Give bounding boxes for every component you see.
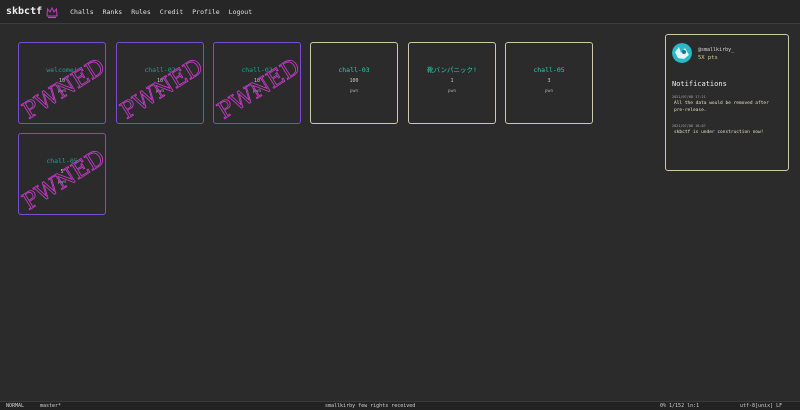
challenge-category: pwn: [349, 89, 359, 94]
challenge-name: chall-03: [338, 66, 370, 74]
challenge-points: 1: [450, 78, 454, 84]
challenge-name: chall-05: [46, 157, 78, 165]
profile-panel: @smallkirby_ 5X pts Notifications 2021/0…: [665, 34, 789, 171]
challenge-card[interactable]: chall-02 10 pwn PWNED: [213, 42, 301, 124]
challenge-category: pwn: [544, 89, 554, 94]
challenge-card[interactable]: chall-02 10 pwn PWNED: [116, 42, 204, 124]
username: @smallkirby_: [698, 47, 735, 53]
git-branch: master*: [40, 403, 62, 409]
challenge-card[interactable]: chall-05 5 pwn PWNED: [18, 133, 106, 215]
file-encoding: utf-8[unix] LF: [740, 403, 783, 409]
challenge-name: chall-05: [533, 66, 565, 74]
challenge-category: pwn: [252, 89, 262, 94]
editor-mode: NORMAL: [6, 403, 25, 409]
challenge-category: pwn: [57, 180, 67, 185]
nav-link-credit[interactable]: Credit: [160, 8, 183, 16]
statusbar: NORMAL master* smallkirby few rights rec…: [0, 401, 800, 410]
notification-item: 2021/07/08 17:21 All the data would be r…: [672, 95, 782, 114]
cursor-position: 0% 1/152 ln:1: [660, 403, 700, 409]
challenge-points: 3: [547, 78, 551, 84]
challenge-card[interactable]: chall-03 100 pwn: [310, 42, 398, 124]
status-message: smallkirby few rights received: [325, 403, 416, 409]
avatar-icon[interactable]: [672, 43, 692, 63]
challenge-points: 5: [60, 169, 64, 175]
navbar: skbctf Challs Ranks Rules Credit Profile…: [0, 0, 800, 24]
nav-link-logout[interactable]: Logout: [229, 8, 252, 16]
challenge-card[interactable]: chall-05 3 pwn: [505, 42, 593, 124]
notification-item: 2021/07/08 18:07 skbctf is under constru…: [672, 124, 782, 136]
cat-face-icon: [46, 6, 58, 18]
notifications-title: Notifications: [672, 80, 727, 88]
challenge-category: pwn: [447, 89, 457, 94]
notification-text: skbctf is under construction now!: [674, 130, 764, 135]
challenge-points: 10: [58, 78, 66, 84]
challenge-name: chall-02: [241, 66, 273, 74]
notification-text: All the data would be removed after pre-…: [674, 101, 769, 113]
challenge-name: 靴バンパニック!: [427, 66, 477, 74]
challenge-category: pwn: [155, 89, 165, 94]
user-info: @smallkirby_ 5X pts: [672, 41, 782, 67]
nav-link-challs[interactable]: Challs: [70, 8, 93, 16]
user-points: 5X pts: [698, 55, 718, 61]
challenge-name: chall-02: [144, 66, 176, 74]
challenge-points: 10: [156, 78, 164, 84]
challenge-name: welcome!: [46, 66, 78, 74]
brand-logo[interactable]: skbctf: [6, 6, 42, 17]
nav-link-ranks[interactable]: Ranks: [103, 8, 123, 16]
nav-link-rules[interactable]: Rules: [131, 8, 151, 16]
challenge-card[interactable]: welcome! 10 pwn PWNED: [18, 42, 106, 124]
challenge-points: 100: [349, 78, 359, 84]
challenge-card[interactable]: 靴バンパニック! 1 pwn: [408, 42, 496, 124]
challenge-points: 10: [253, 78, 261, 84]
nav-link-profile[interactable]: Profile: [192, 8, 219, 16]
challenge-category: pwn: [57, 89, 67, 94]
